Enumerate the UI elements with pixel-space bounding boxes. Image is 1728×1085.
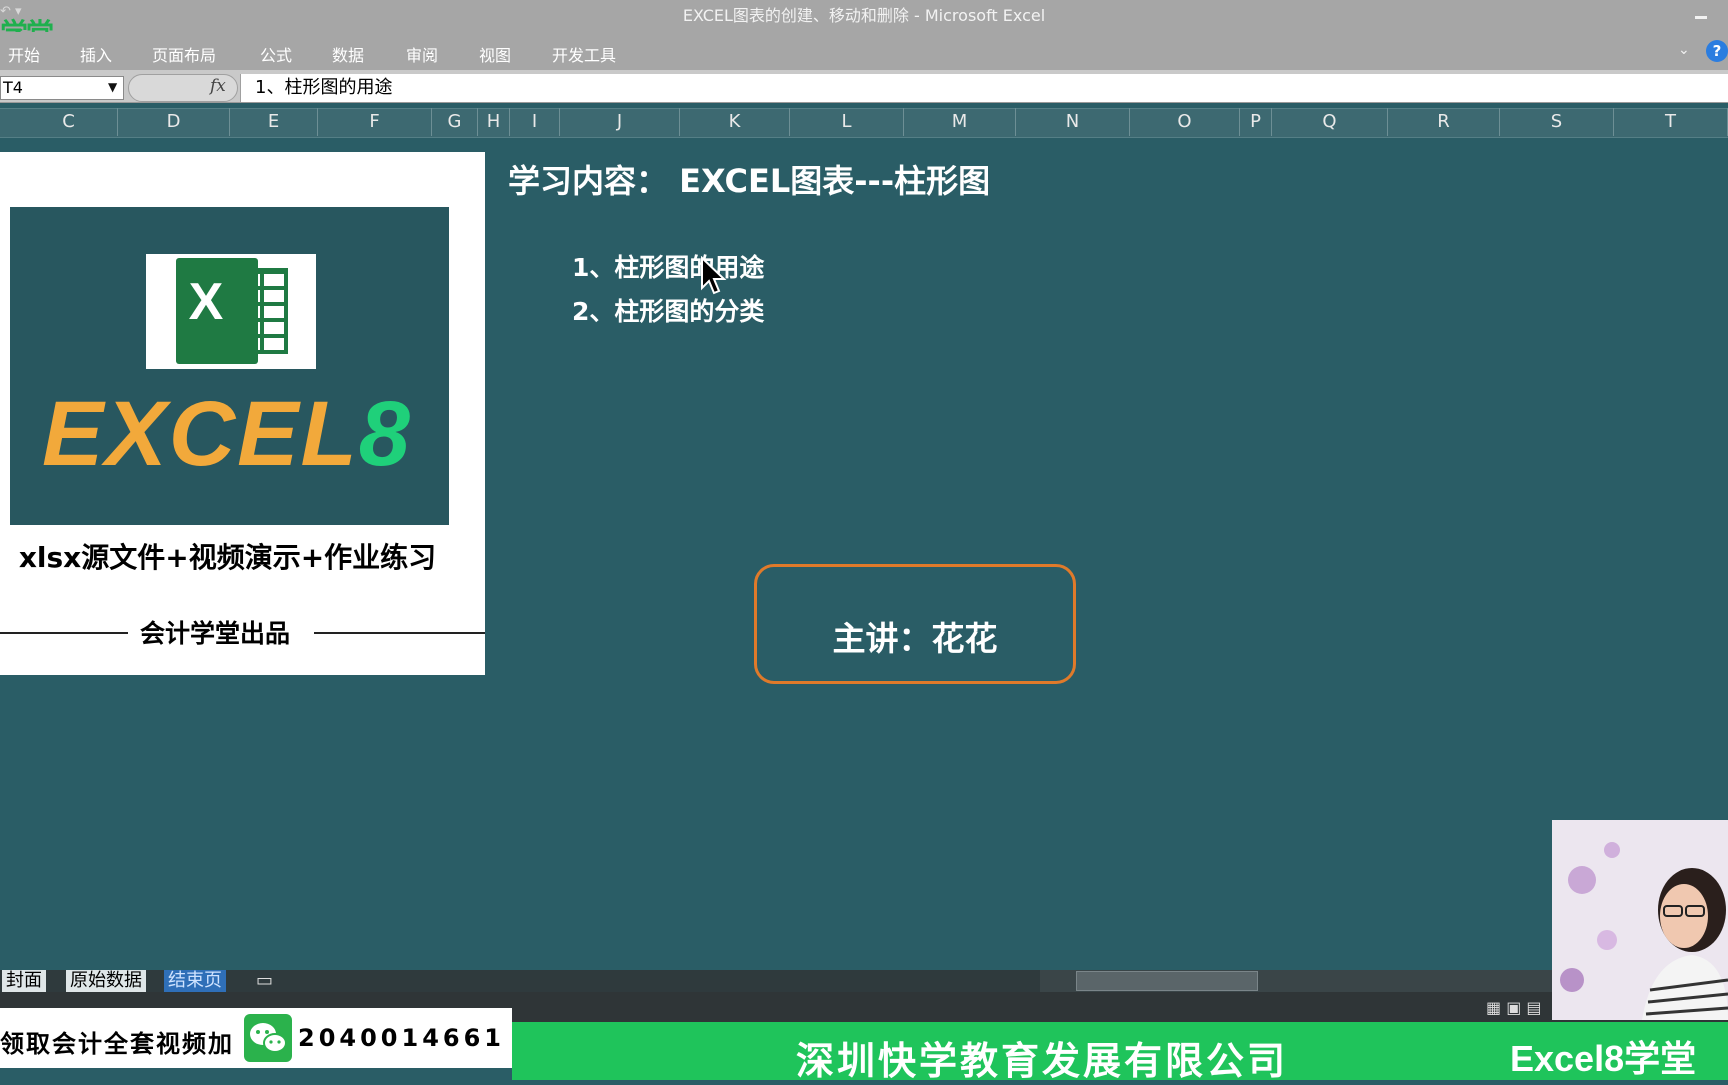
excel-letter: X [188, 273, 224, 331]
brand-word: EXCEL [42, 383, 359, 485]
webcam-overlay [1552, 820, 1728, 1020]
column-header[interactable]: K [680, 108, 790, 136]
column-header[interactable]: G [432, 108, 478, 136]
view-mode-icons[interactable]: ▦ ▣ ▤ [1486, 998, 1542, 1017]
promo-number: 2040014661 [298, 1024, 505, 1052]
sheet-tab-end[interactable]: 结束页 [164, 970, 226, 992]
name-box[interactable]: T4 [0, 76, 124, 100]
brand-tag: Excel8学堂 [1510, 1038, 1697, 1079]
insert-sheet-icon[interactable]: ▭ [252, 970, 277, 992]
card-producer: 会计学堂出品 [140, 619, 291, 648]
tab-formulas[interactable]: 公式 [260, 42, 292, 66]
formula-input[interactable]: 1、柱形图的用途 [240, 74, 1728, 102]
tab-insert[interactable]: 插入 [80, 42, 112, 66]
column-header[interactable]: F [318, 108, 432, 136]
column-header[interactable]: T [1614, 108, 1728, 136]
brand-wordmark: EXCEL8 [42, 388, 412, 480]
brand-number: 8 [358, 383, 412, 485]
tab-data[interactable]: 数据 [332, 42, 364, 66]
company-name: 深圳快学教育发展有限公司 [795, 1039, 1288, 1083]
column-header[interactable]: O [1130, 108, 1240, 136]
column-header[interactable]: Q [1272, 108, 1388, 136]
help-icon[interactable]: ? [1706, 40, 1728, 62]
sheet-tab-raw-data[interactable]: 原始数据 [66, 970, 146, 992]
column-header[interactable]: E [230, 108, 318, 136]
column-header[interactable]: S [1500, 108, 1614, 136]
promo-text: 领取会计全套视频加 [0, 1030, 234, 1058]
divider-left [0, 632, 128, 634]
column-header[interactable]: H [478, 108, 510, 136]
column-header[interactable]: D [118, 108, 230, 136]
column-header[interactable]: R [1388, 108, 1500, 136]
column-header[interactable]: L [790, 108, 904, 136]
column-header[interactable]: P [1240, 108, 1272, 136]
minimize-icon[interactable] [1692, 8, 1710, 24]
presenter-video [1552, 820, 1728, 1020]
scrollbar-thumb[interactable] [1076, 971, 1258, 991]
outline-item: 2、柱形图的分类 [572, 297, 765, 326]
tab-page-layout[interactable]: 页面布局 [152, 42, 216, 66]
outline-item: 1、柱形图的用途 [572, 253, 765, 282]
card-tagline: xlsx源文件+视频演示+作业练习 [18, 541, 437, 574]
window-title: EXCEL图表的创建、移动和删除 - Microsoft Excel [682, 6, 1046, 25]
divider-right [314, 632, 485, 634]
sheet-tab-cover[interactable]: 封面 [2, 970, 46, 992]
insert-function-icon[interactable]: fx [210, 76, 226, 96]
tab-home[interactable]: 开始 [8, 42, 40, 66]
chevron-down-icon[interactable]: ⌄ [1678, 42, 1690, 58]
chevron-down-icon[interactable]: ▼ [108, 80, 117, 94]
column-header[interactable]: J [560, 108, 680, 136]
tab-developer[interactable]: 开发工具 [552, 42, 616, 66]
speaker-label: 主讲：花花 [832, 619, 998, 658]
column-header[interactable]: I [510, 108, 560, 136]
wechat-icon [244, 1014, 292, 1062]
column-header[interactable]: C [20, 108, 118, 136]
column-header[interactable]: N [1016, 108, 1130, 136]
lesson-title: 学习内容： EXCEL图表---柱形图 [508, 162, 991, 200]
tab-view[interactable]: 视图 [479, 42, 511, 66]
column-header[interactable]: M [904, 108, 1016, 136]
mouse-cursor-icon [701, 256, 727, 295]
tab-review[interactable]: 审阅 [406, 42, 438, 66]
